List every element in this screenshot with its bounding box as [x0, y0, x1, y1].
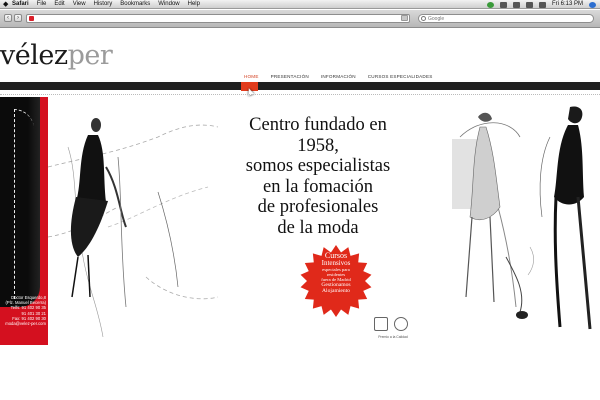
reload-icon[interactable] [401, 15, 408, 21]
site-favicon-icon [29, 16, 34, 21]
bluetooth-icon[interactable] [499, 2, 507, 8]
browser-toolbar: ‹ › Google [0, 10, 600, 28]
headline-line: de la moda [277, 217, 359, 238]
logo-prefix: vélez [0, 40, 68, 71]
status-area: Fri 6:13 PM [486, 0, 596, 9]
fashion-sketch-left [48, 118, 219, 338]
contact-panel: Doctor Esquerdo,8 (Plz. Manuel Becerra) … [0, 97, 48, 345]
menu-safari[interactable]: Safari [12, 0, 29, 9]
search-icon [421, 16, 426, 21]
menu-help[interactable]: Help [188, 0, 200, 9]
fashion-sketch-right [452, 106, 592, 330]
site-nav: HOME PRESENTACIÓN INFORMACIÓN CURSOS ESP… [0, 72, 600, 82]
spotlight-icon[interactable] [589, 2, 596, 8]
quality-seal-icon [374, 317, 388, 331]
badge-line: Alojamiento [322, 288, 350, 294]
contact-address: Doctor Esquerdo,8 (Plz. Manuel Becerra) … [0, 295, 48, 326]
hero-headline: Centro fundado en 1958, somos especialis… [228, 115, 408, 238]
status-app-icon[interactable] [486, 2, 494, 8]
nav-home[interactable]: HOME [238, 73, 265, 81]
headline-line: de profesionales [257, 197, 379, 217]
battery-icon[interactable] [538, 2, 546, 8]
logo-suffix: per [67, 40, 113, 71]
headline-line: 1958, [297, 135, 339, 156]
menu-view[interactable]: View [73, 0, 86, 9]
site-logo[interactable]: vélezper [0, 40, 113, 71]
headline-line: somos especialistas [245, 156, 391, 176]
badge-text: Cursos Intensivos especiales para reside… [300, 252, 372, 295]
back-button[interactable]: ‹ [4, 14, 12, 22]
search-field[interactable]: Google [418, 14, 594, 23]
wifi-icon[interactable] [512, 2, 520, 8]
hero-banner: Doctor Esquerdo,8 (Plz. Manuel Becerra) … [0, 97, 600, 345]
nav-informacion[interactable]: INFORMACIÓN [315, 73, 362, 81]
menu-bookmarks[interactable]: Bookmarks [120, 0, 150, 9]
menu-history[interactable]: History [94, 0, 113, 9]
quality-seals: Premio a la Calidad [370, 315, 416, 343]
badge-line: Intensivos [321, 259, 351, 267]
menu-clock[interactable]: Fri 6:13 PM [552, 0, 583, 9]
certification-seal-icon [394, 317, 408, 331]
stitch-line [14, 109, 34, 299]
menu-edit[interactable]: Edit [54, 0, 64, 9]
menu-file[interactable]: File [37, 0, 47, 9]
search-placeholder: Google [428, 16, 445, 22]
volume-icon[interactable] [525, 2, 533, 8]
mac-menu-bar: ◆ Safari File Edit View History Bookmark… [0, 0, 600, 9]
nav-presentacion[interactable]: PRESENTACIÓN [265, 73, 315, 81]
headline-line: en la fomación [263, 176, 373, 197]
quality-label: Premio a la Calidad [378, 335, 408, 339]
headline-line: Centro fundado en [249, 115, 387, 135]
nav-bar-strip [0, 82, 600, 90]
app-menu: Safari File Edit View History Bookmarks … [12, 0, 200, 9]
menu-window[interactable]: Window [158, 0, 179, 9]
intensive-courses-badge[interactable]: Cursos Intensivos especiales para reside… [300, 245, 372, 317]
forward-button[interactable]: › [14, 14, 22, 22]
apple-menu-icon[interactable]: ◆ [3, 0, 8, 9]
email-link[interactable]: moda@velez-per.com [0, 321, 46, 326]
address-bar[interactable] [26, 14, 410, 23]
nav-cursos-especialidades[interactable]: CURSOS ESPECIALIDADES [362, 73, 439, 81]
